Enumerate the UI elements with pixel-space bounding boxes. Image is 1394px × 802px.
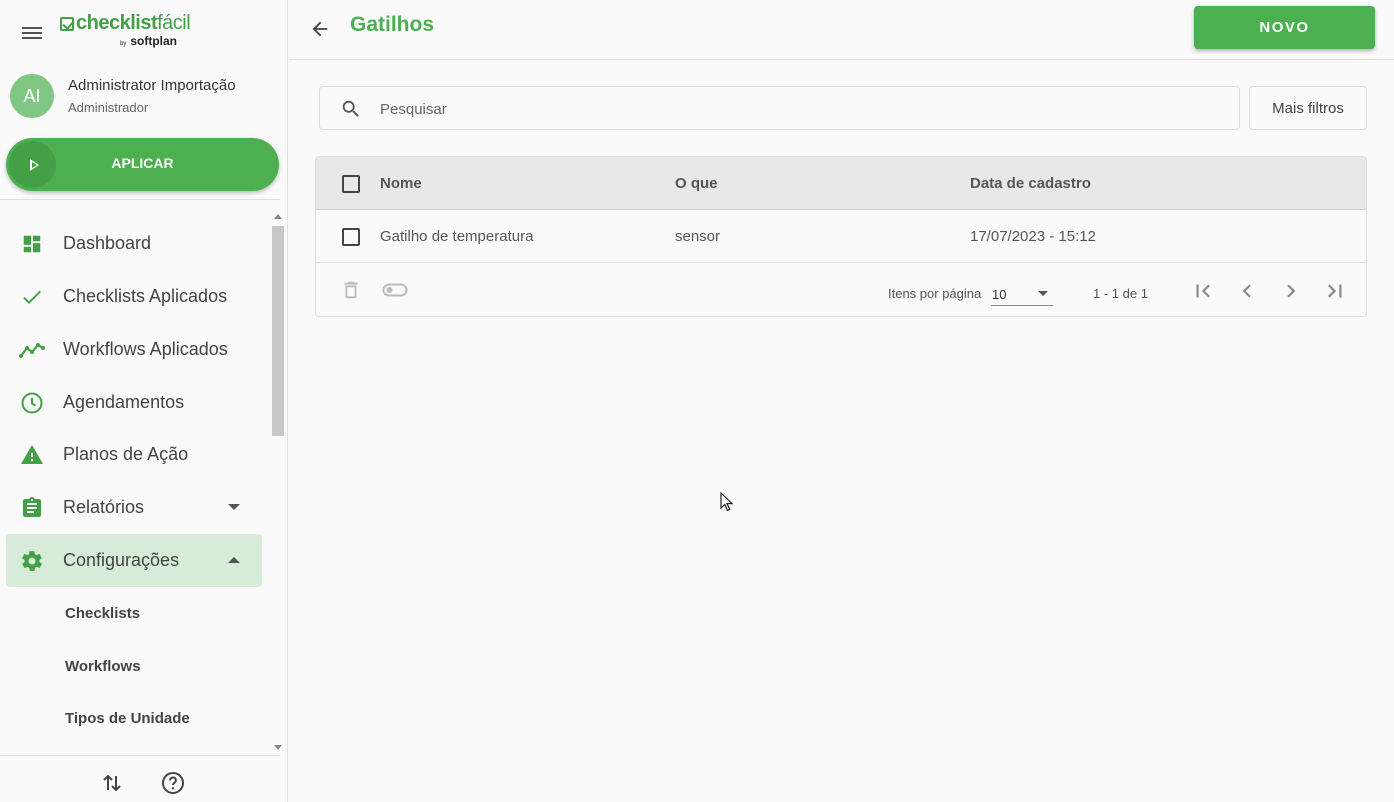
sidebar: checklist fácil by softplan AI Administrat… xyxy=(0,0,288,802)
sidebar-item-relatorios[interactable]: Relatórios xyxy=(6,481,262,534)
brand-logo: checklist fácil by softplan xyxy=(60,12,191,48)
sidebar-subitem-checklists[interactable]: Checklists xyxy=(65,605,140,622)
cell-name: Gatilho de temperatura xyxy=(380,228,534,245)
search-icon xyxy=(340,98,362,120)
gear-icon xyxy=(19,548,45,574)
chevron-down-icon xyxy=(228,504,240,510)
chevron-up-icon xyxy=(228,557,240,563)
user-profile: AI Administrator Importação Administrado… xyxy=(10,74,236,118)
new-button[interactable]: NOVO xyxy=(1194,6,1375,49)
scroll-up-arrow-icon[interactable] xyxy=(274,214,282,219)
dropdown-arrow-icon xyxy=(1038,291,1048,296)
cell-what: sensor xyxy=(675,228,721,245)
row-checkbox[interactable] xyxy=(342,228,360,246)
table-footer: Itens por página 10 1 - 1 de 1 xyxy=(316,264,1366,316)
user-role: Administrador xyxy=(68,100,149,115)
menu-icon[interactable] xyxy=(20,24,44,42)
divider xyxy=(0,755,280,756)
column-header-nome[interactable]: Nome xyxy=(380,175,422,192)
triggers-table: Nome O que Data de cadastro Gatilho de t… xyxy=(315,156,1367,317)
clipboard-icon xyxy=(19,495,45,521)
toggle-icon[interactable] xyxy=(382,281,408,304)
scrollbar-thumb[interactable] xyxy=(272,226,284,436)
pagination-range: 1 - 1 de 1 xyxy=(1093,286,1148,301)
table-header: Nome O que Data de cadastro xyxy=(316,157,1366,210)
sidebar-footer xyxy=(0,766,288,798)
sidebar-item-checklists-aplicados[interactable]: Checklists Aplicados xyxy=(6,270,262,323)
swap-vertical-icon[interactable] xyxy=(99,770,125,796)
more-filters-button[interactable]: Mais filtros xyxy=(1249,86,1367,130)
scroll-down-arrow-icon[interactable] xyxy=(274,745,282,750)
column-header-o-que[interactable]: O que xyxy=(675,175,718,192)
first-page-icon[interactable] xyxy=(1190,278,1216,304)
column-header-data-de-cadastro[interactable]: Data de cadastro xyxy=(970,175,1091,192)
help-icon[interactable] xyxy=(160,770,186,796)
check-icon xyxy=(19,284,45,310)
apply-button[interactable]: APLICAR xyxy=(6,138,279,191)
logo-check-icon xyxy=(60,16,74,31)
user-name: Administrator Importação xyxy=(68,77,236,94)
previous-page-icon[interactable] xyxy=(1234,278,1260,304)
delete-icon[interactable] xyxy=(340,278,362,307)
select-all-checkbox[interactable] xyxy=(342,175,360,193)
page-title: Gatilhos xyxy=(350,13,435,36)
search-box xyxy=(319,86,1240,130)
sidebar-item-dashboard[interactable]: Dashboard xyxy=(6,217,262,270)
sidebar-item-workflows-aplicados[interactable]: Workflows Aplicados xyxy=(6,323,262,376)
arrow-back-icon[interactable] xyxy=(309,18,331,40)
divider xyxy=(0,199,280,200)
top-bar: Gatilhos NOVO xyxy=(289,0,1394,60)
next-page-icon[interactable] xyxy=(1278,278,1304,304)
warning-icon xyxy=(19,442,45,468)
sidebar-subitem-tipos-de-unidade[interactable]: Tipos de Unidade xyxy=(65,710,190,727)
sidebar-item-agendamentos[interactable]: Agendamentos xyxy=(6,376,262,429)
avatar[interactable]: AI xyxy=(10,74,54,118)
apply-label: APLICAR xyxy=(111,155,174,171)
cell-date: 17/07/2023 - 15:12 xyxy=(970,228,1096,245)
search-input[interactable] xyxy=(380,97,1220,121)
mouse-cursor-icon xyxy=(720,491,734,512)
sidebar-item-configuracoes[interactable]: Configurações xyxy=(6,534,262,587)
dashboard-icon xyxy=(19,231,45,257)
items-per-page-label: Itens por página xyxy=(888,286,982,301)
table-row[interactable]: Gatilho de temperatura sensor 17/07/2023… xyxy=(316,210,1366,263)
sidebar-nav: Dashboard Checklists Aplicados Workflows… xyxy=(0,208,270,753)
clock-icon xyxy=(19,390,45,416)
items-per-page-select[interactable]: 10 xyxy=(991,284,1053,306)
last-page-icon[interactable] xyxy=(1322,278,1348,304)
trending-icon xyxy=(19,337,45,363)
sidebar-item-planos-de-acao[interactable]: Planos de Ação xyxy=(6,428,262,481)
sidebar-subitem-workflows[interactable]: Workflows xyxy=(65,658,141,675)
sidebar-scrollbar[interactable] xyxy=(271,212,285,752)
